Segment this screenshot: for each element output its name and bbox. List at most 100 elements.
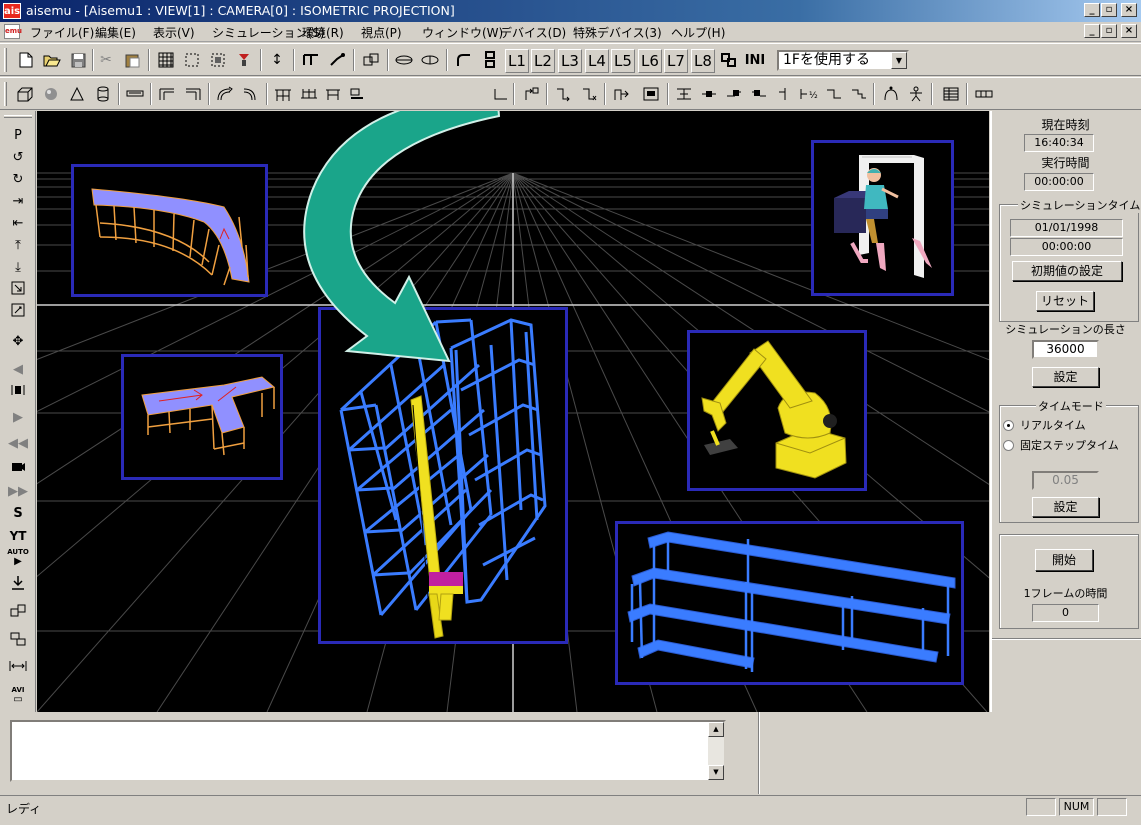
step-forward-icon[interactable]: ▶ xyxy=(6,407,30,429)
straight-conveyor-icon[interactable] xyxy=(124,83,146,105)
level-7-button[interactable]: L7 xyxy=(664,49,688,73)
chain-icon[interactable] xyxy=(718,49,740,71)
link-objects-icon[interactable] xyxy=(6,603,30,625)
new-file-icon[interactable] xyxy=(15,49,37,71)
forward-icon[interactable]: ▶▶ xyxy=(6,481,30,503)
pan-icon[interactable]: ✥ xyxy=(6,331,30,353)
level-8-button[interactable]: L8 xyxy=(691,49,715,73)
move-right-icon[interactable]: ⇥ xyxy=(6,191,30,213)
grouped-device-icon[interactable] xyxy=(360,49,382,71)
close-button[interactable]: × xyxy=(1121,3,1137,17)
level-6-button[interactable]: L6 xyxy=(638,49,662,73)
shuttle-in-icon[interactable] xyxy=(748,83,770,105)
fixed-step-radio[interactable] xyxy=(1003,440,1014,451)
mdi-restore-button[interactable]: ▫ xyxy=(1101,24,1117,38)
ini-button[interactable]: INI xyxy=(744,49,766,71)
level-5-button[interactable]: L5 xyxy=(611,49,635,73)
menu-device[interactable]: デバイス(D) xyxy=(500,24,566,41)
curve-conveyor-alt-icon[interactable] xyxy=(240,83,262,105)
cut-icon[interactable]: ✂ xyxy=(95,49,117,71)
point-button[interactable]: P xyxy=(6,125,30,147)
title-bar[interactable]: ais aisemu - [Aisemu1 : VIEW[1] : CAMERA… xyxy=(0,0,1141,22)
3d-viewport[interactable] xyxy=(37,111,989,712)
shelf-icon[interactable] xyxy=(272,83,294,105)
record-icon[interactable] xyxy=(6,457,30,479)
select-rect-icon[interactable] xyxy=(181,49,203,71)
start-button[interactable]: 開始 xyxy=(1035,549,1093,571)
shuttle-icon[interactable] xyxy=(698,83,720,105)
vehicle-alt-icon[interactable] xyxy=(419,49,441,71)
lift-table-icon[interactable] xyxy=(322,83,344,105)
table-icon[interactable] xyxy=(940,83,962,105)
arc-path-icon[interactable] xyxy=(453,49,475,71)
reset-button[interactable]: リセット xyxy=(1036,291,1094,311)
sphere-icon[interactable] xyxy=(40,83,62,105)
level-4-button[interactable]: L4 xyxy=(585,49,609,73)
level-1-button[interactable]: L1 xyxy=(505,49,529,73)
table-shelf-icon[interactable] xyxy=(298,83,320,105)
vertical-move-icon[interactable]: ↕ xyxy=(266,49,288,71)
yt-button[interactable]: YT xyxy=(6,525,30,547)
step-conveyor-icon[interactable] xyxy=(848,83,870,105)
forklift-panel[interactable] xyxy=(811,140,954,296)
menu-window[interactable]: ウィンドウ(W) xyxy=(422,24,503,41)
app-icon[interactable]: ais xyxy=(3,3,21,19)
robot-device-icon[interactable] xyxy=(233,49,255,71)
step-time-input[interactable]: 0.05 xyxy=(1032,471,1099,490)
link-icon[interactable] xyxy=(326,49,348,71)
toolbar-grip[interactable] xyxy=(4,48,7,72)
roller-conveyor-alt-icon[interactable] xyxy=(182,83,204,105)
maximize-button[interactable]: ▫ xyxy=(1101,3,1117,17)
zoom-out-icon[interactable] xyxy=(6,303,30,325)
transfer-icon[interactable] xyxy=(490,83,512,105)
toolbar-grip[interactable] xyxy=(4,82,7,106)
auto-button[interactable]: AUTO ▶ xyxy=(6,547,30,569)
vertical-lifter-icon[interactable] xyxy=(773,83,795,105)
vertical-scrollbar[interactable]: ▲ ▼ xyxy=(708,722,724,780)
chevron-down-icon[interactable]: ▼ xyxy=(891,52,907,69)
scroll-down-icon[interactable]: ▼ xyxy=(708,765,724,780)
step-back-icon[interactable]: ◀ xyxy=(6,359,30,381)
move-left-icon[interactable]: ⇤ xyxy=(6,213,30,235)
menu-environment[interactable]: 環境(R) xyxy=(302,24,344,41)
move-up-icon[interactable]: ⤒ xyxy=(6,235,30,257)
flow-rack-panel[interactable] xyxy=(615,521,964,685)
save-icon[interactable] xyxy=(67,49,89,71)
roller-conveyor-icon[interactable] xyxy=(156,83,178,105)
minimize-button[interactable]: _ xyxy=(1084,3,1100,17)
menu-help[interactable]: ヘルプ(H) xyxy=(671,24,725,41)
scroll-up-icon[interactable]: ▲ xyxy=(708,722,724,737)
move-down-icon[interactable]: ⤓ xyxy=(6,257,30,279)
stop-icon[interactable] xyxy=(6,383,30,405)
menu-viewpoint[interactable]: 視点(P) xyxy=(361,24,402,41)
paste-icon[interactable] xyxy=(121,49,143,71)
rewind-icon[interactable]: ◀◀ xyxy=(6,433,30,455)
lift-icon[interactable] xyxy=(479,49,501,71)
output-log[interactable]: ▲ ▼ xyxy=(10,720,726,782)
load-in-icon[interactable] xyxy=(610,83,632,105)
splitter[interactable] xyxy=(758,712,760,794)
cylinder-icon[interactable] xyxy=(92,83,114,105)
rotate-ccw-icon[interactable]: ↺ xyxy=(6,147,30,169)
toolbar-grip[interactable] xyxy=(4,115,32,118)
menu-file[interactable]: ファイル(F) xyxy=(30,24,94,41)
box-icon[interactable] xyxy=(14,83,36,105)
menu-edit[interactable]: 編集(E) xyxy=(95,24,136,41)
lift-down-icon[interactable] xyxy=(6,575,30,597)
level-3-button[interactable]: L3 xyxy=(558,49,582,73)
set-length-button[interactable]: 設定 xyxy=(1032,367,1099,387)
t-junction-panel[interactable] xyxy=(121,354,283,480)
sim-length-input[interactable]: 36000 xyxy=(1032,340,1099,359)
mdi-close-button[interactable]: × xyxy=(1121,24,1137,38)
unlink-objects-icon[interactable] xyxy=(6,631,30,653)
rotate-cw-icon[interactable]: ↻ xyxy=(6,169,30,191)
worker-icon[interactable] xyxy=(905,83,927,105)
pallet-icon[interactable] xyxy=(346,83,368,105)
zoom-in-icon[interactable] xyxy=(6,281,30,303)
turn-cross-icon[interactable] xyxy=(578,83,600,105)
avi-button[interactable]: AVI ▭ xyxy=(6,685,30,707)
realtime-radio[interactable] xyxy=(1003,420,1014,431)
init-values-button[interactable]: 初期値の設定 xyxy=(1012,261,1122,281)
mdi-minimize-button[interactable]: _ xyxy=(1084,24,1100,38)
level-2-button[interactable]: L2 xyxy=(531,49,555,73)
